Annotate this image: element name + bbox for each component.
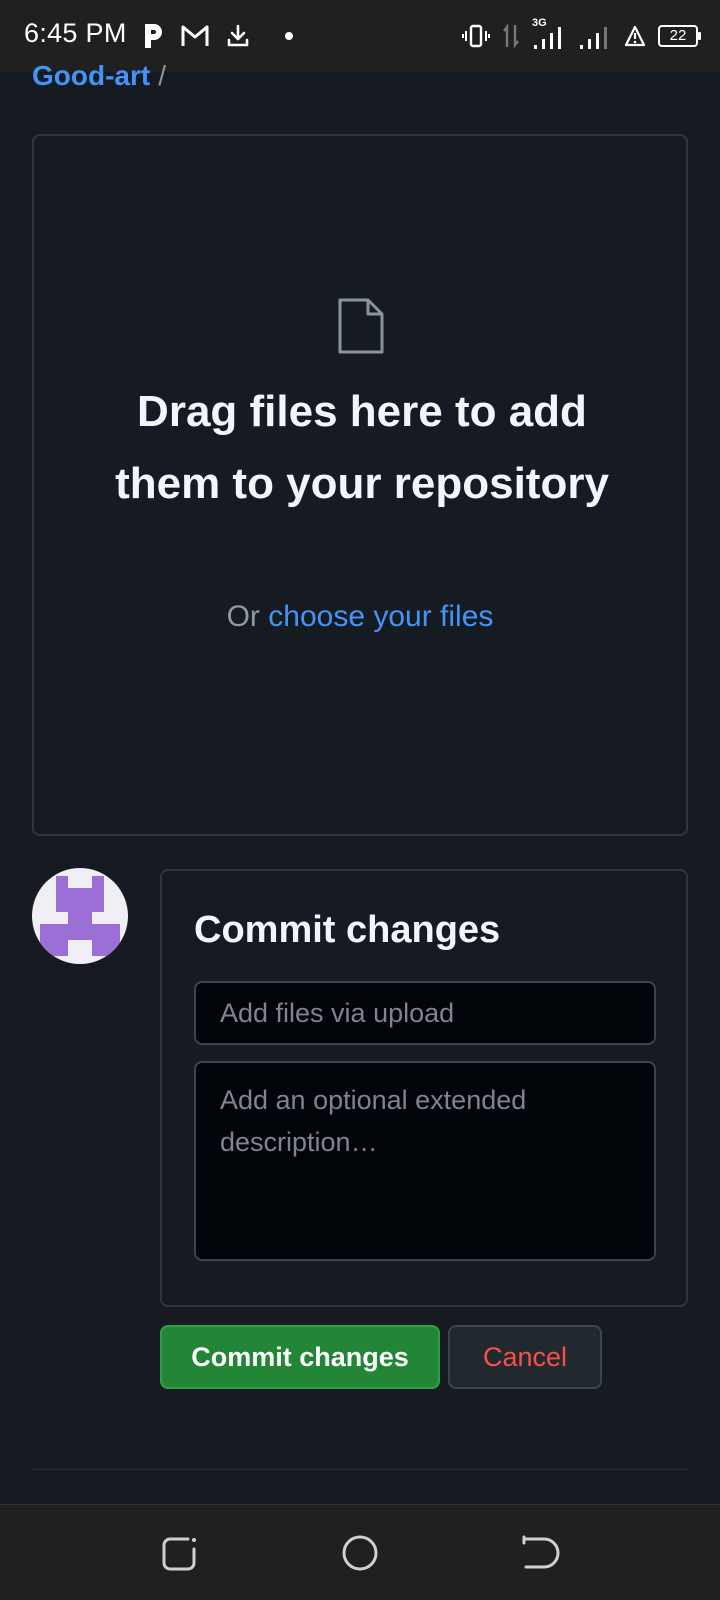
divider bbox=[32, 1469, 688, 1470]
breadcrumb: Good-art / bbox=[32, 60, 166, 92]
status-time: 6:45 PM bbox=[24, 18, 127, 48]
dropzone-subtext: Or choose your files bbox=[34, 600, 686, 634]
commit-description-input[interactable] bbox=[194, 1061, 656, 1261]
breadcrumb-separator: / bbox=[158, 60, 166, 91]
status-right-icons: 3G 22 bbox=[462, 17, 701, 52]
signal-icon bbox=[580, 27, 607, 49]
file-icon bbox=[338, 298, 384, 354]
alert-icon bbox=[624, 25, 646, 47]
parking-app-icon bbox=[145, 24, 162, 48]
identicon-image bbox=[40, 876, 120, 956]
notification-dot-icon bbox=[285, 32, 293, 40]
commit-title: Commit changes bbox=[194, 909, 501, 951]
file-dropzone[interactable]: Drag files here to add them to your repo… bbox=[32, 134, 688, 836]
battery-icon: 22 bbox=[658, 25, 701, 47]
vibrate-icon bbox=[462, 24, 490, 48]
status-left-icons bbox=[142, 20, 296, 52]
avatar bbox=[32, 868, 128, 964]
recent-apps-icon[interactable] bbox=[158, 1531, 202, 1575]
or-text: Or bbox=[226, 600, 260, 633]
back-icon[interactable] bbox=[518, 1531, 562, 1575]
choose-files-link[interactable]: choose your files bbox=[268, 600, 493, 633]
repo-link[interactable]: Good-art bbox=[32, 60, 150, 91]
system-nav-bar bbox=[0, 1504, 720, 1600]
data-arrows-icon bbox=[503, 23, 519, 49]
gmail-icon bbox=[181, 25, 209, 46]
cancel-button[interactable]: Cancel bbox=[448, 1325, 602, 1389]
signal-3g: 3G bbox=[532, 17, 566, 51]
signal-icon bbox=[534, 27, 561, 49]
home-icon[interactable] bbox=[338, 1531, 382, 1575]
commit-changes-button[interactable]: Commit changes bbox=[160, 1325, 440, 1389]
dropzone-title: Drag files here to add them to your repo… bbox=[115, 387, 609, 508]
download-icon bbox=[227, 24, 249, 47]
commit-form: Commit changes bbox=[160, 869, 688, 1307]
commit-summary-input[interactable] bbox=[194, 981, 656, 1045]
